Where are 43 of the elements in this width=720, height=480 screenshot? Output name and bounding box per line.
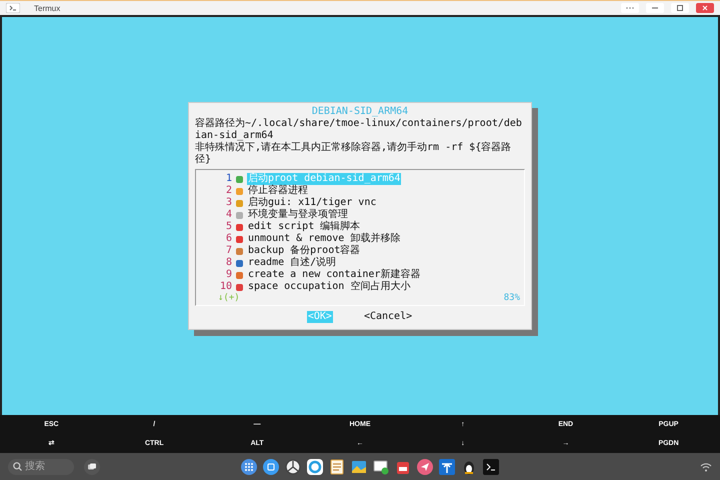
dialog-title: DEBIAN-SID_ARM64: [310, 106, 410, 118]
message-text: 容器路径为~/.local/share/tmoe-linux/containers/proot/debian-sid_arm64: [195, 118, 523, 142]
menu-item[interactable]: unmount & remove 卸载并移除: [247, 233, 402, 245]
menu-item[interactable]: 环境变量与登录项管理: [247, 209, 349, 221]
terminal-icon[interactable]: [483, 458, 499, 474]
item-number: 5: [224, 221, 232, 233]
item-number: 4: [224, 209, 232, 221]
notepad-icon[interactable]: [329, 458, 345, 474]
item-number: 6: [224, 233, 232, 245]
wifi-icon[interactable]: [700, 462, 712, 472]
menu-item[interactable]: readme 自述/说明: [247, 257, 338, 269]
item-number: 2: [224, 185, 232, 197]
item-number: 3: [224, 197, 232, 209]
penguin-icon[interactable]: [461, 458, 477, 474]
item-number: 9: [224, 269, 232, 281]
item-number: 7: [224, 245, 232, 257]
item-number: 1: [224, 173, 232, 185]
grid-icon[interactable]: [241, 458, 257, 474]
image-icon[interactable]: [351, 458, 367, 474]
search-field[interactable]: 搜索: [8, 458, 74, 474]
menu-item[interactable]: backup 备份proot容器: [247, 245, 362, 257]
menu-item[interactable]: edit script 编辑脚本: [247, 221, 362, 233]
item-number: 10: [218, 281, 232, 293]
close-icon[interactable]: [696, 3, 714, 13]
menu-item[interactable]: create a new container新建容器: [247, 269, 422, 281]
scroll-percent: 83%: [504, 293, 520, 303]
menu-item[interactable]: 停止容器进程: [247, 185, 309, 197]
app-icon[interactable]: [6, 3, 20, 13]
multitask-icon[interactable]: [84, 458, 100, 474]
message-text: 非特殊情况下,请在本工具内正常移除容器,请勿手动rm -rf ${容器路径}: [195, 142, 512, 166]
scroll-indicator: ↓(+): [218, 293, 240, 303]
dialog-button[interactable]: <Cancel>: [362, 311, 414, 323]
steering-wheel-icon[interactable]: [285, 458, 301, 474]
arrow-app-icon[interactable]: [439, 458, 455, 474]
paper-plane-icon[interactable]: [417, 458, 433, 474]
minimize-icon[interactable]: [646, 3, 664, 13]
item-number: 8: [224, 257, 232, 269]
screen-icon[interactable]: [373, 458, 389, 474]
maximize-icon[interactable]: [671, 3, 689, 13]
menu-item[interactable]: space occupation 空间占用大小: [247, 281, 412, 293]
window-title: Termux: [34, 4, 60, 12]
menu-item[interactable]: 启动gui: x11/tiger vnc: [247, 197, 378, 209]
ring-icon[interactable]: [307, 458, 323, 474]
